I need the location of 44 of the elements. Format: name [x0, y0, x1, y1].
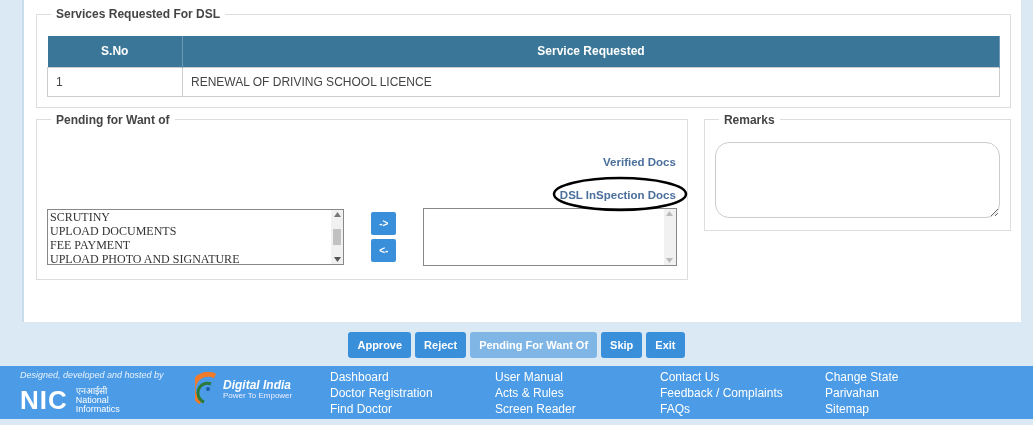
list-option[interactable]: SCRUTINY: [50, 210, 332, 224]
scroll-down-icon[interactable]: [333, 257, 341, 262]
table-cell: RENEWAL OF DRIVING SCHOOL LICENCE: [182, 67, 1000, 96]
table-cell: 1: [47, 67, 183, 96]
digital-india-logo-icon: [195, 372, 219, 406]
footer-link[interactable]: User Manual: [495, 369, 660, 385]
footer-link[interactable]: Sitemap: [825, 401, 990, 417]
action-button[interactable]: Approve: [348, 332, 412, 358]
list-option[interactable]: UPLOAD PHOTO AND SIGNATURE: [50, 252, 332, 264]
remarks-field[interactable]: [714, 141, 1000, 218]
document-link[interactable]: Verified Docs: [603, 153, 676, 171]
scrollbar[interactable]: [331, 210, 344, 264]
footer-link[interactable]: FAQs: [660, 401, 825, 417]
footer-link[interactable]: Find Doctor: [330, 401, 495, 417]
action-button[interactable]: Exit: [646, 332, 685, 358]
column-header: Service Requested: [182, 36, 1000, 67]
selected-list[interactable]: [423, 208, 677, 266]
logo-text: Informatics: [75, 404, 120, 414]
logo-text: एनआईसी: [75, 386, 109, 396]
logo-tagline: Power To Empower: [223, 390, 293, 400]
action-button[interactable]: Skip: [601, 332, 643, 358]
logo-text: Digital India: [223, 378, 292, 391]
footer-link[interactable]: Contact Us: [660, 369, 825, 385]
footer-link[interactable]: Feedback / Complaints: [660, 385, 825, 401]
footer-link[interactable]: Doctor Registration: [330, 385, 495, 401]
footer-link[interactable]: Screen Reader: [495, 401, 660, 417]
footer-link[interactable]: Dashboard: [330, 369, 495, 385]
footer-link[interactable]: Parivahan: [825, 385, 990, 401]
move-right-button[interactable]: ->: [371, 212, 397, 235]
action-button[interactable]: Reject: [415, 332, 467, 358]
section-title: Remarks: [722, 113, 776, 126]
column-header: S.No: [47, 36, 183, 67]
footer-link[interactable]: Change State: [825, 369, 990, 385]
list-option[interactable]: FEE PAYMENT: [50, 238, 332, 252]
section-title: Services Requested For DSL: [55, 8, 222, 20]
nic-logo: NIC: [20, 386, 68, 414]
list-option[interactable]: UPLOAD DOCUMENTS: [50, 224, 332, 238]
logo-text: National: [75, 395, 110, 405]
footer-link[interactable]: Acts & Rules: [495, 385, 660, 401]
section-title: Pending for Want of: [55, 113, 171, 126]
scroll-up-icon[interactable]: [333, 212, 341, 217]
available-list[interactable]: SCRUTINY UPLOAD DOCUMENTS FEE PAYMENT UPLOAD PHOTO AND SIGNATURE: [47, 209, 345, 265]
move-left-button[interactable]: <-: [371, 239, 397, 262]
credit-text: Designed, developed and hosted by: [20, 369, 165, 382]
